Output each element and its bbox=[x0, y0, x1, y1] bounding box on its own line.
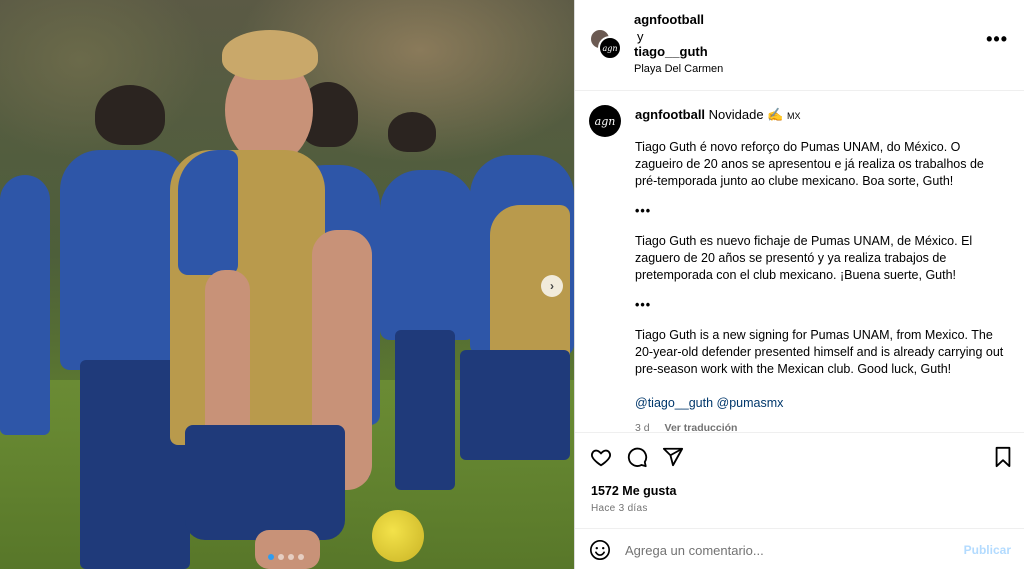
caption-headline: Novidade ✍️ bbox=[708, 107, 784, 122]
post-photo[interactable]: › bbox=[0, 0, 574, 569]
caption-paragraph-en: Tiago Guth is a new signing for Pumas UN… bbox=[635, 328, 1004, 376]
heart-icon[interactable] bbox=[589, 445, 613, 469]
caption-body: Tiago Guth é novo reforço do Pumas UNAM,… bbox=[635, 139, 1005, 429]
player-bg-head bbox=[388, 112, 436, 152]
comment-input[interactable] bbox=[625, 537, 955, 563]
publish-button[interactable]: Publicar bbox=[964, 543, 1011, 557]
player-bg-head bbox=[95, 85, 165, 145]
translate-link[interactable]: Ver traducción bbox=[665, 422, 738, 432]
carousel-dots bbox=[268, 554, 304, 560]
post-location[interactable]: Playa Del Carmen bbox=[634, 63, 723, 75]
like-count[interactable]: 1572 Me gusta bbox=[591, 484, 676, 498]
comment-icon[interactable] bbox=[625, 445, 649, 469]
header-connector: y bbox=[637, 29, 644, 44]
player-bg-shorts bbox=[460, 350, 570, 460]
share-icon[interactable] bbox=[661, 445, 685, 469]
caption-separator: ••• bbox=[635, 204, 652, 218]
post-panel: agn agnfootball y tiago__guth Playa Del … bbox=[574, 0, 1024, 569]
caption-paragraph-es: Tiago Guth es nuevo fichaje de Pumas UNA… bbox=[635, 234, 973, 282]
caption-header: agnfootball Novidade ✍️ MX bbox=[635, 107, 801, 123]
flag-label: MX bbox=[787, 111, 801, 121]
player-main-sleeve bbox=[178, 150, 238, 275]
post-header: agn agnfootball y tiago__guth Playa Del … bbox=[575, 0, 1024, 91]
carousel-dot bbox=[278, 554, 284, 560]
caption-avatar[interactable]: agn bbox=[589, 105, 621, 137]
emoji-icon[interactable] bbox=[589, 539, 611, 561]
player-main-leg bbox=[255, 530, 320, 569]
carousel-dot bbox=[268, 554, 274, 560]
posted-time: Hace 3 días bbox=[591, 503, 648, 514]
caption-username[interactable]: agnfootball bbox=[635, 107, 705, 122]
action-bar bbox=[575, 432, 1024, 484]
player-main-hair bbox=[222, 30, 318, 80]
caption-mentions[interactable]: @tiago__guth @pumasmx bbox=[635, 395, 1005, 412]
comment-bar: Publicar bbox=[575, 528, 1024, 569]
header-username-1[interactable]: agnfootball bbox=[634, 12, 704, 27]
avatar-agnfootball[interactable]: agn bbox=[598, 36, 622, 60]
caption-age: 3 d bbox=[635, 422, 650, 432]
caption-paragraph-pt: Tiago Guth é novo reforço do Pumas UNAM,… bbox=[635, 140, 984, 188]
post-caption: agn agnfootball Novidade ✍️ MX Tiago Gut… bbox=[575, 92, 1024, 432]
player-main-shorts bbox=[185, 425, 345, 540]
caption-meta: 3 d Ver traducción bbox=[635, 422, 737, 432]
header-username-2[interactable]: tiago__guth bbox=[634, 44, 708, 59]
carousel-dot bbox=[288, 554, 294, 560]
collab-avatars[interactable]: agn bbox=[589, 28, 625, 64]
next-slide-button[interactable]: › bbox=[541, 275, 563, 297]
player-bg-legs bbox=[395, 330, 455, 490]
caption-separator: ••• bbox=[635, 298, 652, 312]
soccer-ball bbox=[372, 510, 424, 562]
more-horizontal-icon[interactable]: ••• bbox=[986, 30, 1008, 48]
player-edge-body bbox=[0, 175, 50, 435]
carousel-dot bbox=[298, 554, 304, 560]
player-bg-body bbox=[380, 170, 475, 340]
bookmark-icon[interactable] bbox=[991, 445, 1015, 469]
